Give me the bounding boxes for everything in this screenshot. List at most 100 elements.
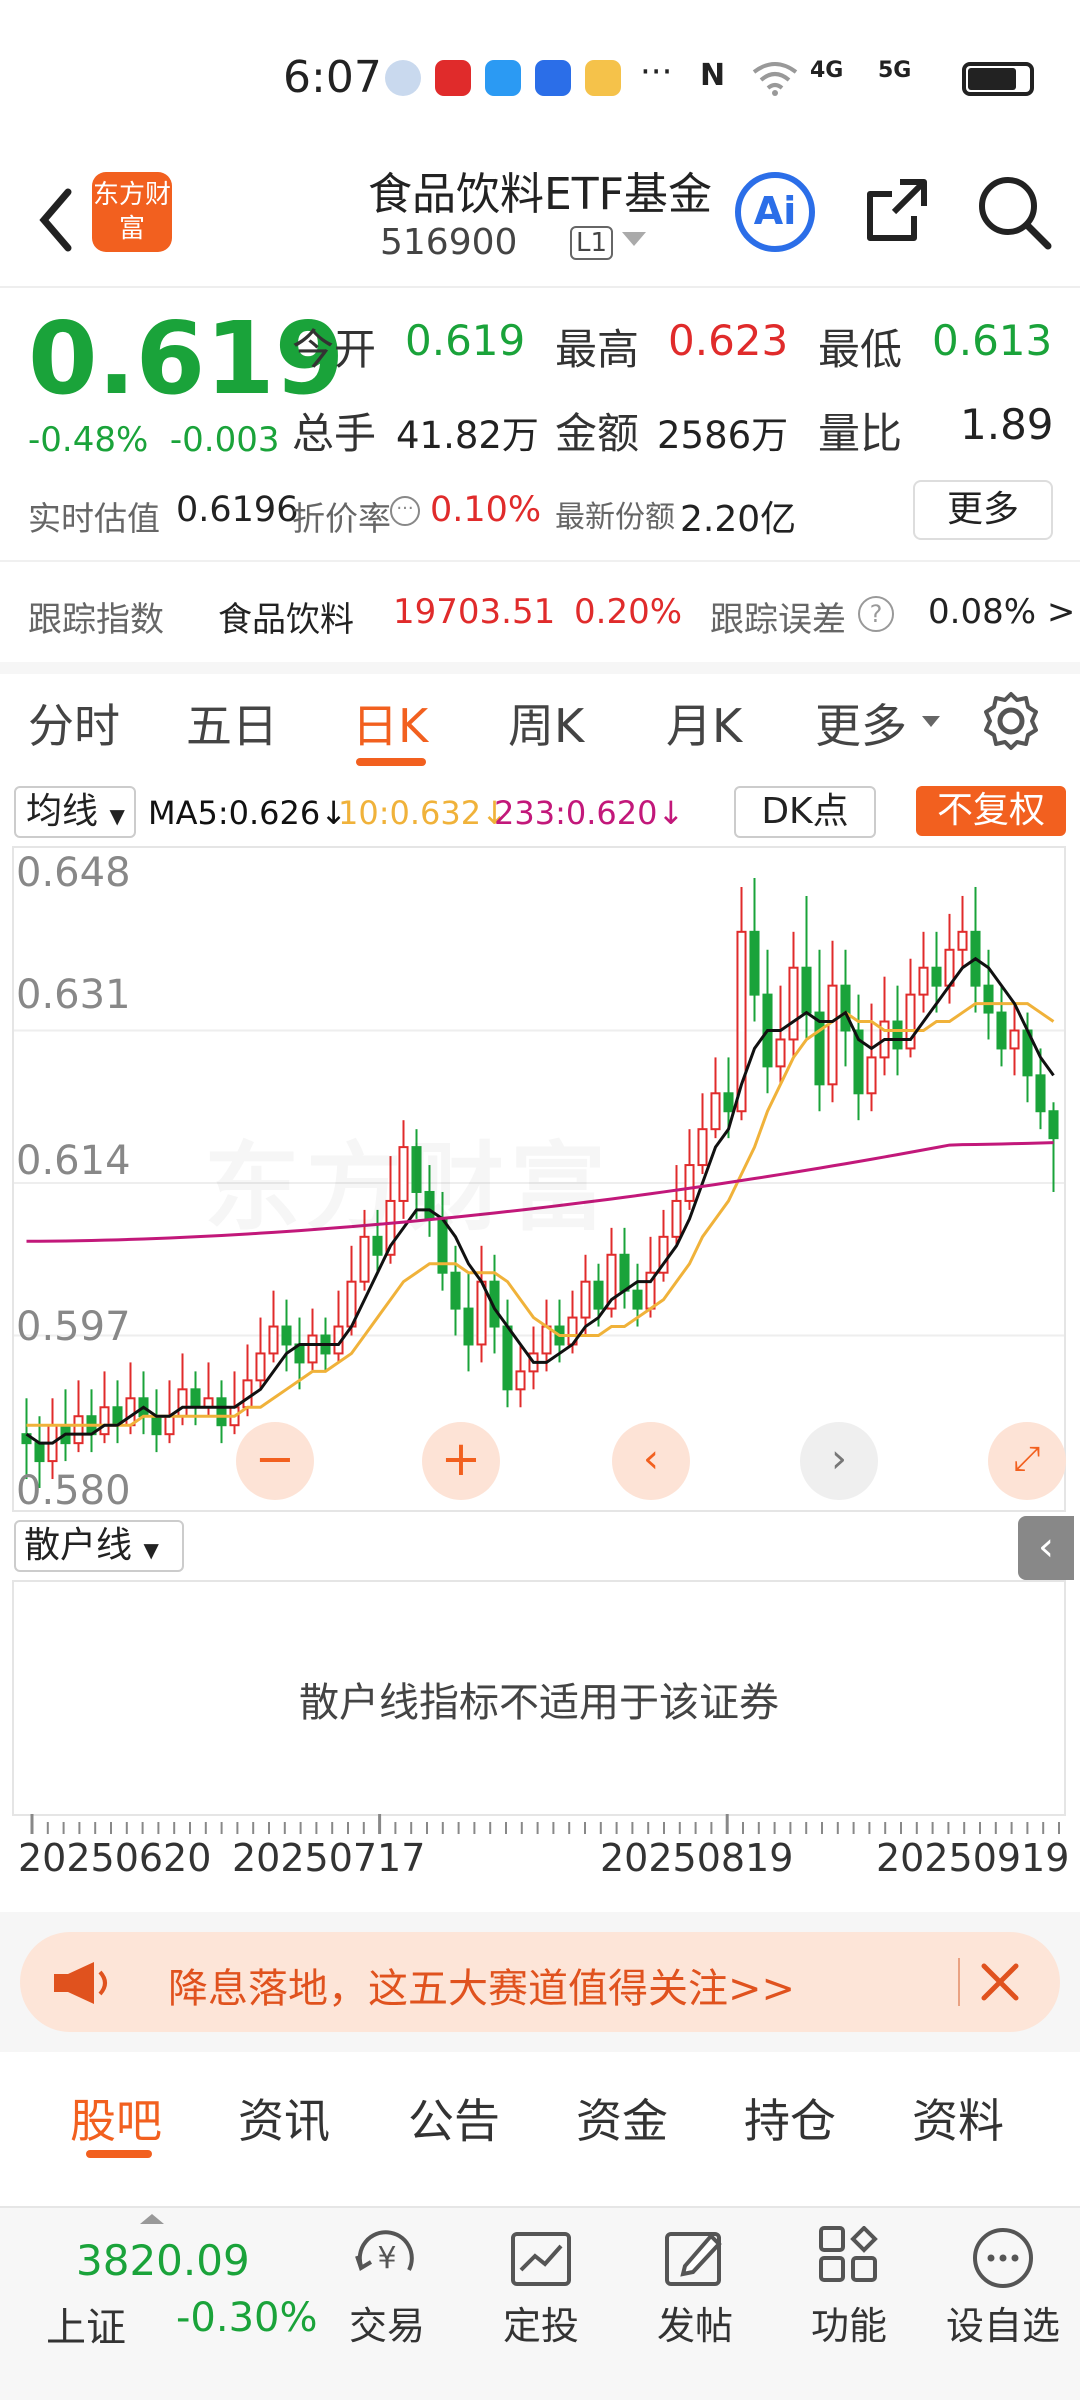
candle-body [151,1415,162,1436]
price-change: -0.48% -0.003 [28,420,280,460]
candle-body [931,966,942,987]
post-label[interactable]: 发帖 [630,2295,760,2350]
low-value: 0.613 [932,316,1053,365]
volume-label: 总手 [292,409,377,458]
tracking-index-name[interactable]: 食品饮料 [218,592,354,641]
back-icon[interactable] [28,180,88,260]
search-icon[interactable] [974,172,1054,252]
chevron-down-icon[interactable] [622,232,646,246]
candle-body [34,1442,45,1463]
ratio-label: 量比 [818,409,903,458]
candle-body [307,1334,318,1364]
amount-value: 2586万 [657,414,789,457]
info-icon[interactable]: ··· [390,496,420,526]
y-tick-label: 0.580 [16,1468,131,1514]
candle-body [125,1397,136,1427]
invest-plan-label[interactable]: 定投 [476,2295,606,2350]
weather-icon [585,60,621,96]
tab-announcements[interactable]: 公告 [408,2085,500,2151]
index-value[interactable]: 3820.09 [76,2236,250,2285]
more-button[interactable]: 更多 [913,480,1053,540]
pan-left-button[interactable]: ‹ [612,1422,690,1500]
tab-weekly-k[interactable]: 周K [508,690,584,756]
tab-daily-k[interactable]: 日K [352,690,428,756]
candle-body [814,1011,825,1086]
ma-legend-row: 均线 ▼ MA5:0.626↓ 10:0.632↓ 233:0.620↓ DK点… [0,782,1080,844]
invest-plan-nav[interactable] [476,2226,606,2294]
candle-body [671,1199,682,1238]
wifi-icon [752,62,798,96]
chevron-down-icon[interactable] [922,716,940,727]
close-icon[interactable] [978,1960,1022,2004]
tab-funds[interactable]: 资金 [576,2085,668,2151]
tab-holdings[interactable]: 持仓 [744,2085,836,2151]
signal-5g-icon: 5G [878,58,912,83]
divider [0,560,1080,562]
change-amount: -0.003 [169,420,280,460]
zoom-in-button[interactable]: + [422,1422,500,1500]
chevron-up-icon[interactable] [140,2214,164,2224]
ai-button[interactable]: Ai [735,172,815,252]
watchlist-label[interactable]: 设自选 [938,2295,1068,2350]
features-label[interactable]: 功能 [784,2295,914,2350]
ma233-label: 233:0.620↓ [494,794,685,832]
share-value: 2.20亿 [680,499,797,540]
gear-icon[interactable] [980,690,1042,752]
dk-point-button[interactable]: DK点 [734,786,876,838]
candle-body [957,930,968,951]
fund-code: 516900 [380,222,518,263]
tab-guba[interactable]: 股吧 [70,2085,162,2151]
edit-icon [665,2232,722,2286]
watchlist-nav[interactable] [938,2226,1068,2294]
battery-icon [962,62,1034,96]
candle-body [710,1092,721,1131]
kline-chart[interactable]: 东方财富 0.648 0.631 0.614 0.597 0.580 [12,846,1066,1514]
tracking-error-value[interactable]: 0.08% > [928,592,1075,632]
tab-news[interactable]: 资讯 [238,2085,330,2151]
index-name[interactable]: 上证 [46,2295,126,2353]
tab-profile[interactable]: 资料 [912,2085,1004,2151]
ma-selector[interactable]: 均线 ▼ [14,786,136,838]
tab-five-day[interactable]: 五日 [186,690,278,756]
volume-value: 41.82万 [396,414,539,457]
ma5-label: MA5:0.626↓ [148,794,348,832]
post-nav[interactable] [630,2226,760,2294]
level-badge[interactable]: L1 [570,226,614,260]
candle-body [502,1325,513,1391]
tracking-label: 跟踪指数 [28,600,164,640]
trade-nav[interactable]: ¥ [322,2226,452,2294]
no-adjust-button[interactable]: 不复权 [916,786,1066,836]
candle-body [697,1128,708,1167]
collapse-panel-button[interactable]: ‹ [1018,1516,1074,1580]
candle-body [515,1370,526,1391]
candle-body [775,1038,786,1068]
more-notifications: ··· [640,52,673,92]
pan-right-button[interactable]: › [800,1422,878,1500]
share-icon[interactable] [860,172,936,248]
date-axis-ticks [30,1814,1060,1834]
tab-more[interactable]: 更多 [815,690,907,756]
tab-intraday[interactable]: 分时 [28,690,120,756]
candle-body [99,1406,110,1436]
high-value: 0.623 [668,316,789,365]
index-pct[interactable]: -0.30% [176,2295,318,2341]
features-nav[interactable] [784,2225,914,2294]
candle-body [1048,1110,1059,1140]
candle-body [840,984,851,1032]
candle-body [177,1388,188,1418]
candle-body [1035,1074,1046,1113]
retail-line-selector[interactable]: 散户线 ▼ [14,1520,184,1572]
help-icon[interactable]: ? [858,596,894,632]
candle-body [255,1352,266,1382]
chevron-down-icon: ▼ [109,804,125,828]
fullscreen-button[interactable]: ⤢ [988,1422,1066,1500]
x-tick-label: 20250620 [18,1836,212,1880]
candle-body [164,1415,175,1436]
candle-body [242,1379,253,1409]
banner-text[interactable]: 降息落地，这五大赛道值得关注>> [168,1956,795,2014]
zoom-out-button[interactable]: − [236,1422,314,1500]
y-tick-label: 0.631 [16,972,131,1018]
trade-label[interactable]: 交易 [322,2295,452,2350]
tab-monthly-k[interactable]: 月K [666,690,742,756]
divider [0,662,1080,674]
